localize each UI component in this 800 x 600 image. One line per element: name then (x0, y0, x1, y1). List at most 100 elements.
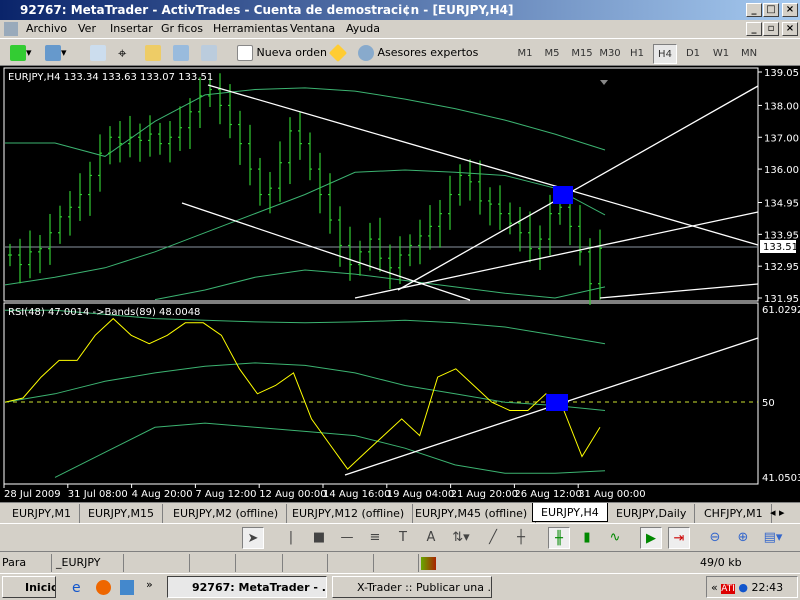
zoom-out-button[interactable]: ⊖ (704, 527, 726, 549)
tab-eurjpy-h4[interactable]: EURJPY,H4 (532, 503, 608, 522)
ohlc-bar (178, 106, 182, 151)
chart-shift-button[interactable]: ⇥ (668, 527, 690, 549)
tab-chfjpy-m1[interactable]: CHFJPY,M1 (696, 504, 772, 523)
trendline-channel-bottom[interactable] (181, 202, 471, 301)
ohlc-bar (238, 110, 242, 165)
tab-scroll-arrows[interactable]: ◂ ▸ (770, 506, 785, 519)
navigator-button[interactable] (145, 43, 161, 63)
new-chart-button[interactable]: ▾ (10, 43, 32, 63)
tab-eurjpy-m45-offline-[interactable]: EURJPY,M45 (offline) (407, 504, 537, 523)
child-minimize-button[interactable]: _ (746, 22, 762, 36)
rectangle-button[interactable]: ■ (308, 527, 330, 549)
bar-chart-button[interactable]: ╫ (548, 527, 570, 549)
market-watch-button[interactable] (90, 43, 106, 63)
alert-button[interactable] (328, 43, 348, 63)
tab-eurjpy-m1[interactable]: EURJPY,M1 (4, 504, 80, 523)
timeframe-m30[interactable]: M30 (596, 44, 624, 64)
trendline-lower[interactable] (599, 283, 759, 299)
minimize-button[interactable]: _ (746, 3, 762, 17)
trendline-rising[interactable] (397, 85, 759, 291)
ohlc-bar (598, 229, 602, 300)
ati-icon[interactable]: ATI (721, 584, 735, 594)
intersection-marker[interactable] (553, 186, 573, 204)
vertical-line-button[interactable]: | (280, 527, 302, 549)
ohlc-bar (18, 238, 22, 284)
firefox-icon[interactable] (96, 580, 111, 595)
templates-icon: ▤▾ (763, 530, 783, 545)
terminal-button[interactable] (173, 43, 189, 63)
close-button[interactable]: × (782, 3, 798, 17)
ohlc-bar (428, 205, 432, 250)
title-bar: 92767: MetaTrader - ActivTrades - Cuenta… (0, 0, 800, 20)
data-window-button[interactable]: ⌖ (118, 43, 126, 63)
arrows-button[interactable]: ⇅▾ (450, 527, 472, 549)
zoom-in-button[interactable]: ⊕ (732, 527, 754, 549)
cursor-icon: ➤ (247, 531, 259, 546)
trendline-support[interactable] (354, 211, 759, 299)
quicklaunch-icon[interactable] (120, 580, 134, 595)
tray-app-icon[interactable]: ● (738, 581, 748, 594)
ohlc-bar (518, 206, 522, 252)
candlestick-button[interactable]: ▮ (576, 527, 598, 549)
maximize-button[interactable]: □ (763, 3, 779, 17)
ohlc-bar (348, 226, 352, 281)
timeframe-h1[interactable]: H1 (625, 44, 649, 64)
child-restore-button[interactable]: ▫ (763, 22, 779, 36)
chart-canvas[interactable]: EURJPY,H4 133.34 133.63 133.07 133.51 RS… (0, 66, 800, 502)
ie-icon[interactable]: e (72, 580, 81, 596)
trendline-button[interactable]: ╱ (482, 527, 504, 549)
menu-graficos[interactable]: Gr ficos (161, 20, 203, 38)
tab-eurjpy-m12-offline-[interactable]: EURJPY,M12 (offline) (284, 504, 414, 523)
task-metatrader[interactable]: 92767: MetaTrader - ... (167, 576, 327, 598)
new-order-button[interactable]: Nueva orden (237, 43, 327, 63)
label-button[interactable]: A (420, 527, 442, 549)
tester-button[interactable] (201, 43, 217, 63)
cursor-button[interactable]: ➤ (242, 527, 264, 549)
text-button[interactable]: T (392, 527, 414, 549)
trendlines[interactable] (181, 84, 759, 476)
menu-ver[interactable]: Ver (78, 20, 96, 38)
menu-ventana[interactable]: Ventana (290, 20, 335, 38)
profiles-icon (45, 45, 61, 61)
ohlc-bar (98, 134, 102, 192)
timeframe-m1[interactable]: M1 (513, 44, 537, 64)
timeframe-w1[interactable]: W1 (709, 44, 733, 64)
status-cell (124, 554, 190, 572)
timeframe-m5[interactable]: M5 (540, 44, 564, 64)
ohlc-bar (508, 202, 512, 235)
child-close-button[interactable]: × (782, 22, 798, 36)
autoscroll-button[interactable]: ▶ (640, 527, 662, 549)
expert-advisors-button[interactable]: Asesores expertos (358, 43, 478, 63)
crosshair-button[interactable]: ┼ (510, 527, 532, 549)
timeframe-mn[interactable]: MN (737, 44, 761, 64)
tab-eurjpy-daily[interactable]: EURJPY,Daily (608, 504, 696, 523)
chart-window[interactable]: EURJPY,H4 133.34 133.63 133.07 133.51 RS… (0, 66, 800, 502)
navigator-icon (145, 45, 161, 61)
fibonacci-icon: ≡ (369, 530, 381, 545)
timeframe-h4[interactable]: H4 (653, 44, 677, 64)
timeframe-d1[interactable]: D1 (681, 44, 705, 64)
menu-herramientas[interactable]: Herramientas (213, 20, 288, 38)
tray-expand-icon[interactable]: « (711, 581, 718, 594)
horizontal-line-button[interactable]: — (336, 527, 358, 549)
menu-ayuda[interactable]: Ayuda (346, 20, 380, 38)
menu-archivo[interactable]: Archivo (26, 20, 67, 38)
chart-shift-marker[interactable] (600, 80, 608, 85)
templates-button[interactable]: ▤▾ (762, 527, 784, 549)
menu-insertar[interactable]: Insertar (110, 20, 153, 38)
menu-bar: Archivo Ver Insertar Gr ficos Herramient… (0, 20, 800, 38)
candlestick-icon: ▮ (583, 530, 591, 545)
line-chart-button[interactable]: ∿ (604, 527, 626, 549)
task-firefox[interactable]: X-Trader :: Publicar una ... (332, 576, 492, 598)
tab-eurjpy-m2-offline-[interactable]: EURJPY,M2 (offline) (165, 504, 288, 523)
profiles-button[interactable]: ▾ (45, 43, 67, 63)
rsi-tick-label: 50 (762, 398, 775, 409)
trendline-icon: ╱ (489, 530, 497, 545)
timeframe-m15[interactable]: M15 (568, 44, 596, 64)
more-icon[interactable]: » (146, 578, 153, 591)
tab-eurjpy-m15[interactable]: EURJPY,M15 (80, 504, 163, 523)
start-button[interactable]: Inicio (2, 576, 56, 598)
traffic: 49/0 kb (700, 556, 742, 569)
fibonacci-button[interactable]: ≡ (364, 527, 386, 549)
rsi-intersection-marker[interactable] (546, 394, 568, 411)
